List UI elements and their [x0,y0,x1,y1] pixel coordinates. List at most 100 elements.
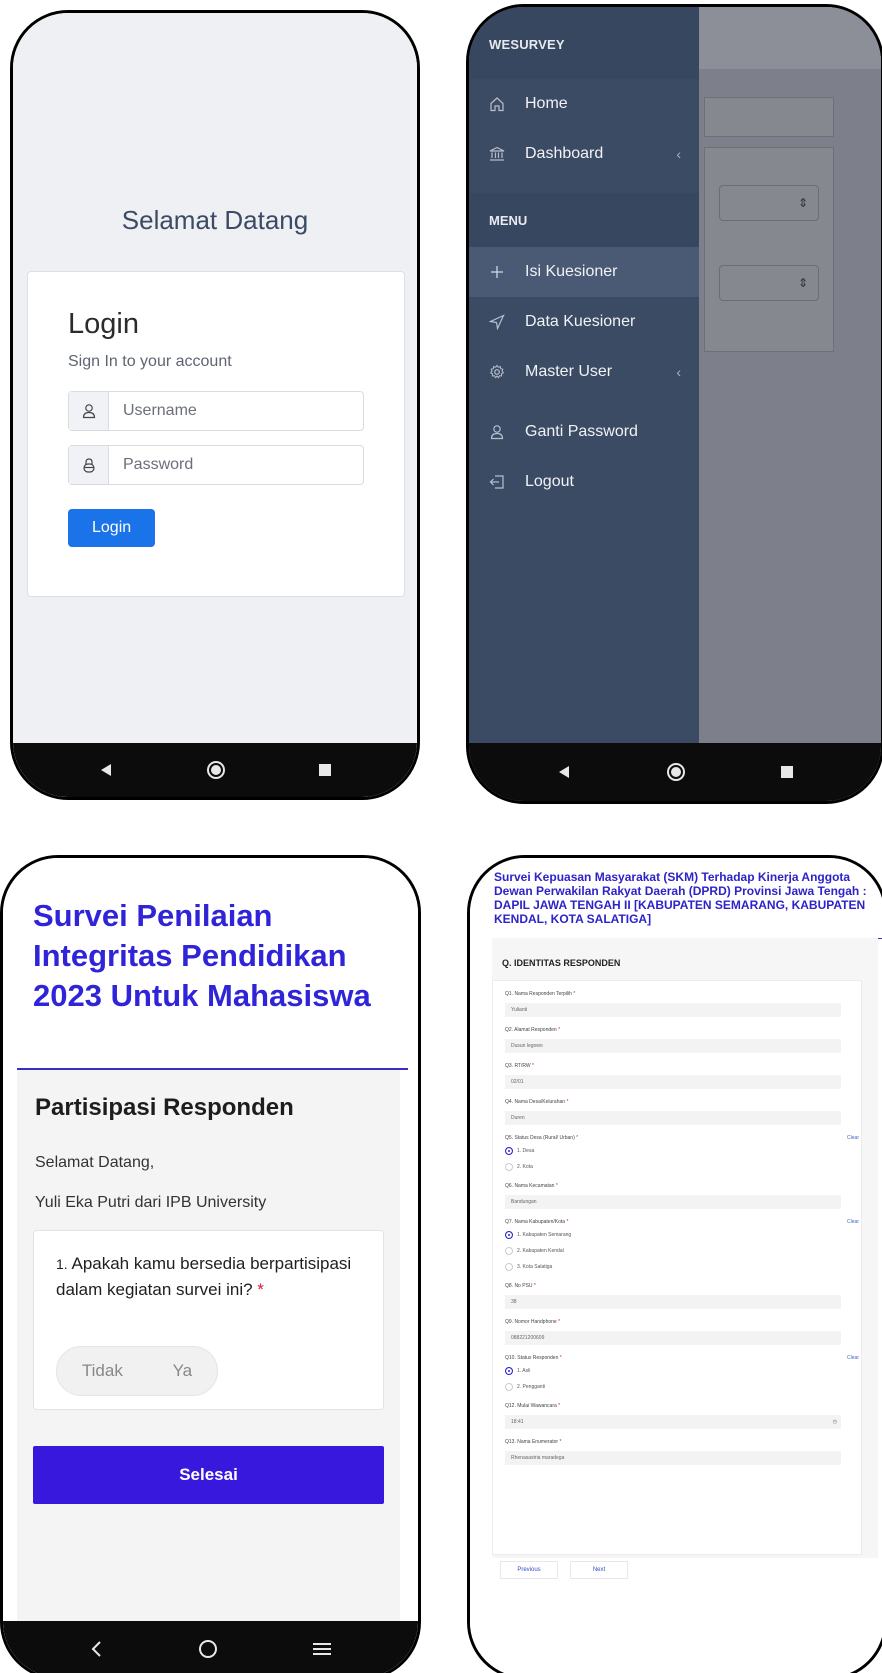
android-navbar [13,743,417,797]
recents-icon[interactable] [781,766,794,778]
recents-icon[interactable] [318,764,331,776]
sidebar-section-title: MENU [469,193,699,247]
android-navbar [469,743,881,801]
question-number: 1. [56,1256,68,1272]
user-icon [69,392,109,430]
previous-button[interactable]: Previous [500,1561,558,1579]
user-icon [489,424,525,440]
next-button[interactable]: Next [570,1561,628,1579]
sidebar-item-data-kuesioner[interactable]: Data Kuesioner [469,297,699,347]
back-chevron-icon[interactable] [90,1640,104,1658]
sidebar-item-ganti-password[interactable]: Ganti Password [469,407,699,457]
home-circle-icon[interactable] [206,760,226,780]
sidebar-item-label: Data Kuesioner [525,313,636,330]
radio-icon [505,1263,513,1271]
q5-option-1[interactable]: 1. Desa [505,1147,534,1155]
login-button[interactable]: Login [68,509,156,547]
gear-icon [489,364,525,380]
required-mark: * [257,1280,264,1299]
q10-clear-link[interactable]: Clear [847,1355,859,1361]
q5-clear-link[interactable]: Clear [847,1135,859,1141]
question-text: 1. Apakah kamu bersedia berpartisipasi d… [56,1251,366,1303]
q7-option-3[interactable]: 3. Kota Salatiga [505,1263,552,1271]
question-card: 1. Apakah kamu bersedia berpartisipasi d… [33,1230,384,1410]
overlay-box [704,147,834,352]
plus-icon [489,264,525,280]
sidebar-item-label: Ganti Password [525,423,638,440]
q4-input[interactable]: Duren [505,1111,841,1125]
q13-label: Q13. Nama Enumerator * [505,1439,562,1445]
q4-label: Q4. Nama Desa/Kelurahan * [505,1099,569,1105]
chevron-left-icon: ‹ [676,146,681,162]
option-tidak[interactable]: Tidak [82,1361,123,1381]
sidebar-item-label: Isi Kuesioner [525,263,618,280]
logout-icon [489,474,525,490]
q2-input[interactable]: Dusun legowo [505,1039,841,1053]
radio-icon [505,1247,513,1255]
yes-no-toggle[interactable]: Tidak Ya [56,1346,218,1396]
phone-sidebar: ⇕ ⇕ WESURVEY Home Dashboard ‹ MENU Isi K… [466,4,882,804]
username-field[interactable]: Username [68,391,364,431]
back-icon[interactable] [557,765,571,779]
q9-input[interactable]: 088221200609 [505,1331,841,1345]
q7-option-2[interactable]: 2. Kabupaten Kendal [505,1247,564,1255]
greeting-text: Selamat Datang, [35,1154,155,1171]
home-circle-icon[interactable] [666,762,686,782]
skm-title: Survei Kepuasan Masyarakat (SKM) Terhada… [494,870,867,926]
q8-input[interactable]: 38 [505,1295,841,1309]
sidebar-item-label: Home [525,95,568,112]
q5-option-2[interactable]: 2. Kota [505,1163,533,1171]
q3-input[interactable]: 02/01 [505,1075,841,1089]
password-field[interactable]: Password [68,445,364,485]
sidebar-item-dashboard[interactable]: Dashboard ‹ [469,129,699,179]
radio-icon [505,1163,513,1171]
overlay-card [704,97,834,137]
sidebar-item-home[interactable]: Home [469,79,699,129]
password-input[interactable]: Password [109,446,363,484]
sidebar-item-master-user[interactable]: Master User ‹ [469,347,699,397]
submit-button[interactable]: Selesai [33,1446,384,1504]
skm-screen: Survei Kepuasan Masyarakat (SKM) Terhada… [470,858,882,1673]
q10-option-1[interactable]: 1. Asli [505,1367,530,1375]
clock-icon: ◷ [832,1419,837,1425]
phone-skm-form: Survei Kepuasan Masyarakat (SKM) Terhada… [467,855,882,1673]
sidebar-item-logout[interactable]: Logout [469,457,699,507]
q13-input[interactable]: Rhenasastria maradega [505,1451,841,1465]
phone-survey: Survei Penilaian Integritas Pendidikan 2… [0,855,421,1673]
home-circle-icon[interactable] [198,1639,218,1659]
menu-icon[interactable] [312,1642,331,1656]
login-screen: Selamat Datang Login Sign In to your acc… [13,13,417,797]
login-title: Login [68,308,139,340]
radio-icon [505,1383,513,1391]
q12-label: Q12. Mulai Wawancara * [505,1403,561,1409]
q7-label: Q7. Nama Kabupaten/Kota * [505,1219,569,1225]
sidebar-item-label: Master User [525,363,613,380]
q6-input[interactable]: Bandungan [505,1195,841,1209]
q12-input[interactable]: 18:41 ◷ [505,1415,841,1429]
radio-selected-icon [505,1147,513,1155]
overlay-select-2: ⇕ [719,265,819,301]
username-input[interactable]: Username [109,392,363,430]
skm-form-card: Q1. Nama Responden Terpilih * Yulianti Q… [492,980,862,1555]
q10-label: Q10. Status Responden * [505,1355,562,1361]
welcome-title: Selamat Datang [121,205,309,235]
chevron-left-icon: ‹ [676,364,681,380]
q8-label: Q8. No PSU * [505,1283,536,1289]
q9-label: Q9. Nomor Handphone * [505,1319,561,1325]
sidebar-screen: ⇕ ⇕ WESURVEY Home Dashboard ‹ MENU Isi K… [469,7,881,801]
sidebar-item-label: Dashboard [525,145,604,162]
q7-clear-link[interactable]: Clear [847,1219,859,1225]
q10-option-2[interactable]: 2. Pengganti [505,1383,545,1391]
q1-input[interactable]: Yulianti [505,1003,841,1017]
phone-login: Selamat Datang Login Sign In to your acc… [10,10,420,800]
q7-option-1[interactable]: 1. Kabupaten Semarang [505,1231,571,1239]
q1-label: Q1. Nama Responden Terpilih * [505,991,576,997]
back-icon[interactable] [99,763,113,777]
sidebar: WESURVEY Home Dashboard ‹ MENU Isi Kuesi… [469,7,699,801]
lock-icon [69,446,109,484]
radio-selected-icon [505,1231,513,1239]
option-ya[interactable]: Ya [173,1361,193,1381]
survey-screen: Survei Penilaian Integritas Pendidikan 2… [3,858,418,1673]
home-icon [489,96,525,112]
sidebar-item-isi-kuesioner[interactable]: Isi Kuesioner [469,247,699,297]
